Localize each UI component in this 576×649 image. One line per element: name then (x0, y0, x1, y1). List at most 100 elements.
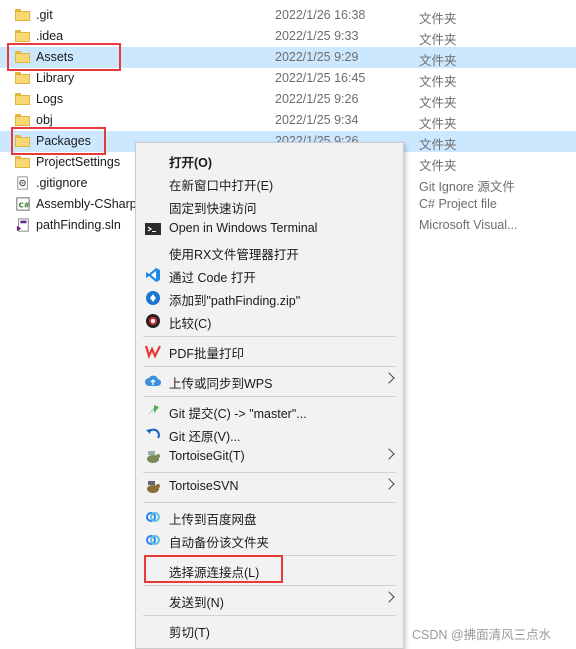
highlight-box-select-link-source (144, 555, 283, 583)
bandizip-icon (146, 291, 160, 305)
sln-file-icon (16, 218, 29, 232)
file-date: 2022/1/25 16:45 (275, 71, 366, 85)
file-type: 文件夹 (419, 12, 457, 26)
submenu-arrow-icon (383, 448, 395, 460)
folder-icon (15, 93, 30, 105)
menu-item-label: 固定到快速访问 (169, 202, 257, 216)
file-type: C# Project file (419, 197, 497, 211)
file-type: 文件夹 (419, 96, 457, 110)
svg-text:C#: C# (19, 202, 30, 210)
file-date: 2022/1/25 9:34 (275, 113, 359, 127)
file-type: Git Ignore 源文件 (419, 180, 515, 194)
menu-item-label: PDF批量打印 (169, 347, 245, 361)
menu-item-label: 发送到(N) (169, 596, 224, 610)
file-type: 文件夹 (419, 159, 457, 173)
menu-item-label: 自动备份该文件夹 (169, 536, 270, 550)
file-date: 2022/1/26 16:38 (275, 8, 366, 22)
menu-item-git-commit[interactable]: Git 提交(C) -> "master"... (136, 400, 403, 422)
file-name: .idea (36, 29, 64, 43)
file-name: Logs (36, 92, 64, 106)
menu-item-label: 上传或同步到WPS (169, 377, 273, 391)
menu-item-label: 比较(C) (169, 317, 212, 331)
file-name: .git (36, 8, 53, 22)
baidu-netdisk-icon (146, 512, 160, 522)
file-date: 2022/1/25 9:26 (275, 92, 359, 106)
compare-icon (146, 314, 160, 328)
menu-item-label: TortoiseSVN (169, 479, 239, 493)
menu-item-git-revert[interactable]: Git 还原(V)... (136, 423, 403, 445)
file-type: 文件夹 (419, 75, 457, 89)
submenu-arrow-icon (383, 372, 395, 384)
menu-item-tortoisesvn[interactable]: TortoiseSVN (136, 476, 403, 498)
tortoisesvn-icon (147, 481, 160, 493)
menu-item-label: 添加到"pathFinding.zip" (169, 294, 301, 308)
menu-item-open-rx[interactable]: 使用RX文件管理器打开 (136, 241, 403, 263)
highlight-box-packages (11, 127, 106, 155)
file-name: .gitignore (36, 176, 88, 190)
menu-item-pdf-print[interactable]: PDF批量打印 (136, 340, 403, 362)
file-name: Library (36, 71, 75, 85)
terminal-icon (145, 223, 161, 235)
menu-item-label: 上传到百度网盘 (169, 513, 257, 527)
file-type: 文件夹 (419, 138, 457, 152)
watermark: CSDN @拂面清风三点水 (412, 628, 552, 642)
menu-separator (143, 366, 396, 367)
menu-item-open-terminal[interactable]: Open in Windows Terminal (136, 218, 403, 240)
folder-icon (15, 30, 30, 42)
file-name: obj (36, 113, 53, 127)
file-row-logs[interactable]: Logs 2022/1/25 9:26 文件夹 (0, 89, 576, 110)
highlight-box-assets (7, 43, 121, 71)
menu-separator (143, 585, 396, 586)
menu-separator (143, 472, 396, 473)
wps-pdf-icon (145, 345, 161, 359)
menu-item-send-to[interactable]: 发送到(N) (136, 589, 403, 611)
file-name: pathFinding.sln (36, 218, 121, 232)
menu-item-label: 使用RX文件管理器打开 (169, 248, 299, 262)
file-row-library[interactable]: Library 2022/1/25 16:45 文件夹 (0, 68, 576, 89)
menu-item-label: 在新窗口中打开(E) (169, 179, 274, 193)
folder-icon (15, 156, 30, 168)
menu-item-upload-wps[interactable]: 上传或同步到WPS (136, 370, 403, 392)
menu-item-open[interactable]: 打开(O) (136, 149, 403, 171)
file-name: ProjectSettings (36, 155, 121, 169)
file-date: 2022/1/25 9:33 (275, 29, 359, 43)
menu-separator (143, 336, 396, 337)
file-name: Assembly-CSharp (36, 197, 137, 211)
folder-icon (15, 72, 30, 84)
folder-icon (15, 114, 30, 126)
menu-separator (143, 396, 396, 397)
cloud-upload-icon (145, 375, 161, 387)
menu-item-label: 通过 Code 打开 (169, 271, 256, 285)
csharp-project-icon: C# (16, 197, 30, 211)
menu-item-open-vscode[interactable]: 通过 Code 打开 (136, 264, 403, 286)
git-revert-icon (146, 428, 160, 439)
menu-item-label: 打开(O) (169, 156, 213, 170)
menu-item-compare[interactable]: 比较(C) (136, 310, 403, 332)
menu-item-auto-backup[interactable]: 自动备份该文件夹 (136, 529, 403, 551)
menu-item-label: Git 提交(C) -> "master"... (169, 407, 307, 421)
menu-item-add-to-zip[interactable]: 添加到"pathFinding.zip" (136, 287, 403, 309)
menu-item-upload-baidu[interactable]: 上传到百度网盘 (136, 506, 403, 528)
menu-item-label: TortoiseGit(T) (169, 449, 245, 463)
menu-item-pin-quick-access[interactable]: 固定到快速访问 (136, 195, 403, 217)
vscode-icon (146, 268, 160, 282)
file-type: Microsoft Visual... (419, 218, 518, 232)
tortoisegit-icon (147, 451, 160, 463)
file-type: 文件夹 (419, 54, 457, 68)
menu-item-tortoisegit[interactable]: TortoiseGit(T) (136, 446, 403, 468)
menu-item-cut[interactable]: 剪切(T) (136, 619, 403, 641)
folder-icon (15, 9, 30, 21)
file-date: 2022/1/25 9:29 (275, 50, 359, 64)
submenu-arrow-icon (383, 591, 395, 603)
baidu-netdisk-icon (146, 535, 160, 545)
file-type: 文件夹 (419, 117, 457, 131)
menu-item-label: Git 还原(V)... (169, 430, 241, 444)
menu-separator (143, 502, 396, 503)
submenu-arrow-icon (383, 478, 395, 490)
file-row-git[interactable]: .git 2022/1/26 16:38 文件夹 (0, 5, 576, 26)
menu-item-label: Open in Windows Terminal (169, 221, 318, 235)
menu-item-open-new-window[interactable]: 在新窗口中打开(E) (136, 172, 403, 194)
menu-item-label: 剪切(T) (169, 626, 210, 640)
git-commit-icon (147, 405, 159, 416)
menu-separator (143, 615, 396, 616)
